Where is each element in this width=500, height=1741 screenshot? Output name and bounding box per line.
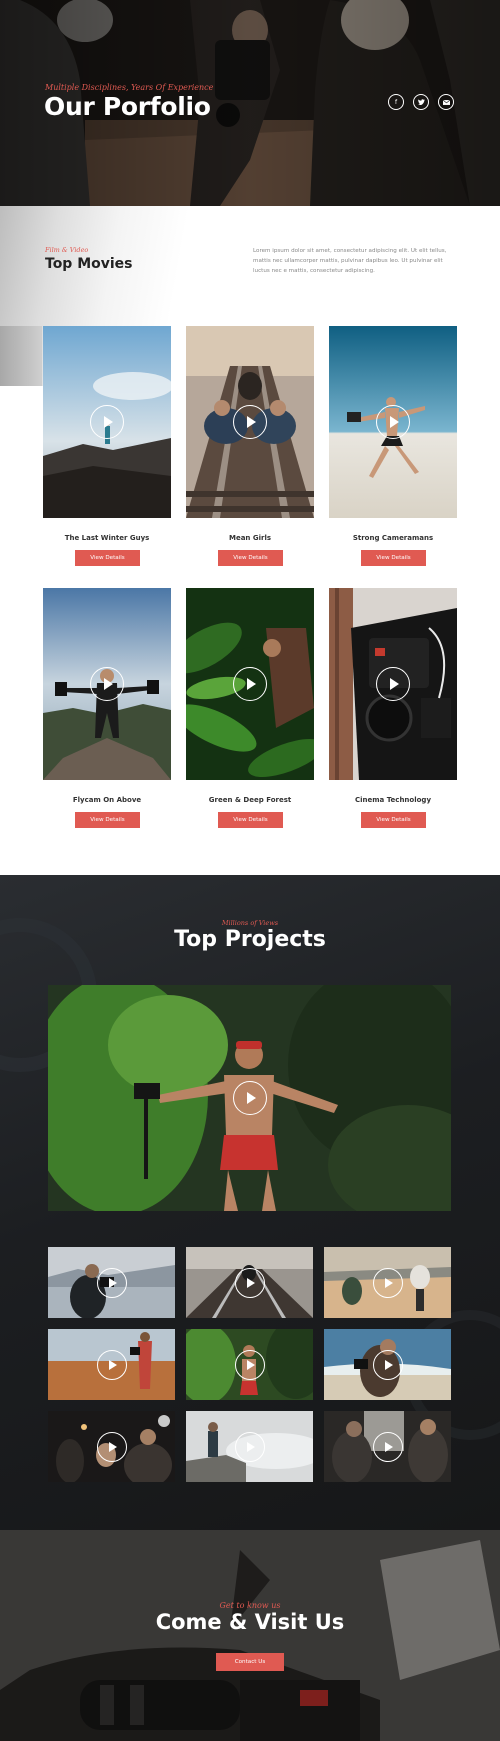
movie-card: Flycam On Above View Details bbox=[43, 588, 171, 828]
play-icon[interactable] bbox=[233, 667, 267, 701]
play-icon[interactable] bbox=[90, 667, 124, 701]
visit-section: Get to know us Come & Visit Us Contact U… bbox=[0, 1530, 500, 1741]
project-thumbnail[interactable] bbox=[186, 1329, 313, 1400]
movie-thumbnail[interactable] bbox=[329, 326, 457, 518]
visit-eyebrow: Get to know us bbox=[219, 1601, 281, 1610]
movies-description: Lorem ipsum dolor sit amet, consectetur … bbox=[253, 248, 447, 274]
project-thumbnail[interactable] bbox=[186, 1411, 313, 1482]
movie-card: Mean Girls View Details bbox=[186, 326, 314, 566]
page-title: Our Porfolio bbox=[44, 92, 211, 121]
play-icon[interactable] bbox=[232, 1081, 267, 1115]
featured-video[interactable] bbox=[48, 985, 451, 1211]
play-icon[interactable] bbox=[376, 667, 410, 701]
movie-thumbnail[interactable] bbox=[186, 326, 314, 518]
top-projects-section: Millions of Views Top Projects bbox=[0, 875, 500, 1530]
movie-title: Mean Girls bbox=[228, 534, 272, 542]
play-icon[interactable] bbox=[233, 405, 267, 439]
project-thumbnail[interactable] bbox=[324, 1411, 451, 1482]
visit-title: Come & Visit Us bbox=[155, 1610, 345, 1634]
hero-eyebrow: Multiple Disciplines, Years Of Experienc… bbox=[45, 83, 214, 92]
play-icon[interactable] bbox=[376, 405, 410, 439]
movie-title: Green & Deep Forest bbox=[208, 796, 292, 804]
play-icon[interactable] bbox=[90, 405, 124, 439]
view-details-button[interactable]: View Details bbox=[75, 812, 140, 828]
play-icon[interactable] bbox=[96, 1267, 127, 1298]
play-icon[interactable] bbox=[96, 1431, 127, 1462]
view-details-button[interactable]: View Details bbox=[218, 812, 283, 828]
view-details-button[interactable]: View Details bbox=[361, 550, 426, 566]
project-thumbnail[interactable] bbox=[48, 1247, 175, 1318]
play-icon[interactable] bbox=[234, 1431, 265, 1462]
movie-title: The Last Winter Guys bbox=[64, 534, 150, 542]
play-icon[interactable] bbox=[234, 1349, 265, 1380]
view-details-button[interactable]: View Details bbox=[361, 812, 426, 828]
top-movies-section: Film & Video Top Movies Lorem ipsum dolo… bbox=[0, 206, 500, 875]
play-icon[interactable] bbox=[234, 1267, 265, 1298]
play-icon[interactable] bbox=[372, 1349, 403, 1380]
visit-overlay bbox=[0, 1530, 500, 1741]
projects-eyebrow: Millions of Views bbox=[221, 919, 279, 927]
movies-eyebrow: Film & Video bbox=[45, 246, 89, 254]
facebook-icon[interactable]: f bbox=[388, 94, 404, 110]
email-icon[interactable] bbox=[438, 94, 454, 110]
movie-thumbnail[interactable] bbox=[43, 326, 171, 518]
movie-card: Strong Cameramans View Details bbox=[329, 326, 457, 566]
hero-section: Multiple Disciplines, Years Of Experienc… bbox=[0, 0, 500, 206]
project-thumbnail[interactable] bbox=[324, 1247, 451, 1318]
decorative-background-block bbox=[0, 326, 42, 386]
movie-title: Cinema Technology bbox=[354, 796, 432, 804]
movies-title: Top Movies bbox=[45, 256, 133, 272]
projects-title: Top Projects bbox=[174, 927, 326, 952]
movie-thumbnail[interactable] bbox=[186, 588, 314, 780]
movie-title: Strong Cameramans bbox=[352, 534, 434, 542]
project-thumbnail[interactable] bbox=[186, 1247, 313, 1318]
movie-thumbnail[interactable] bbox=[43, 588, 171, 780]
movie-title: Flycam On Above bbox=[72, 796, 142, 804]
project-thumbnail[interactable] bbox=[48, 1329, 175, 1400]
movie-card: The Last Winter Guys View Details bbox=[43, 326, 171, 566]
movie-thumbnail[interactable] bbox=[329, 588, 457, 780]
play-icon[interactable] bbox=[96, 1349, 127, 1380]
contact-us-button[interactable]: Contact Us bbox=[216, 1653, 284, 1671]
project-thumbnail[interactable] bbox=[324, 1329, 451, 1400]
twitter-icon[interactable] bbox=[413, 94, 429, 110]
play-icon[interactable] bbox=[372, 1267, 403, 1298]
movie-card: Cinema Technology View Details bbox=[329, 588, 457, 828]
project-thumbnail[interactable] bbox=[48, 1411, 175, 1482]
view-details-button[interactable]: View Details bbox=[75, 550, 140, 566]
play-icon[interactable] bbox=[372, 1431, 403, 1462]
movie-card: Green & Deep Forest View Details bbox=[186, 588, 314, 828]
view-details-button[interactable]: View Details bbox=[218, 550, 283, 566]
